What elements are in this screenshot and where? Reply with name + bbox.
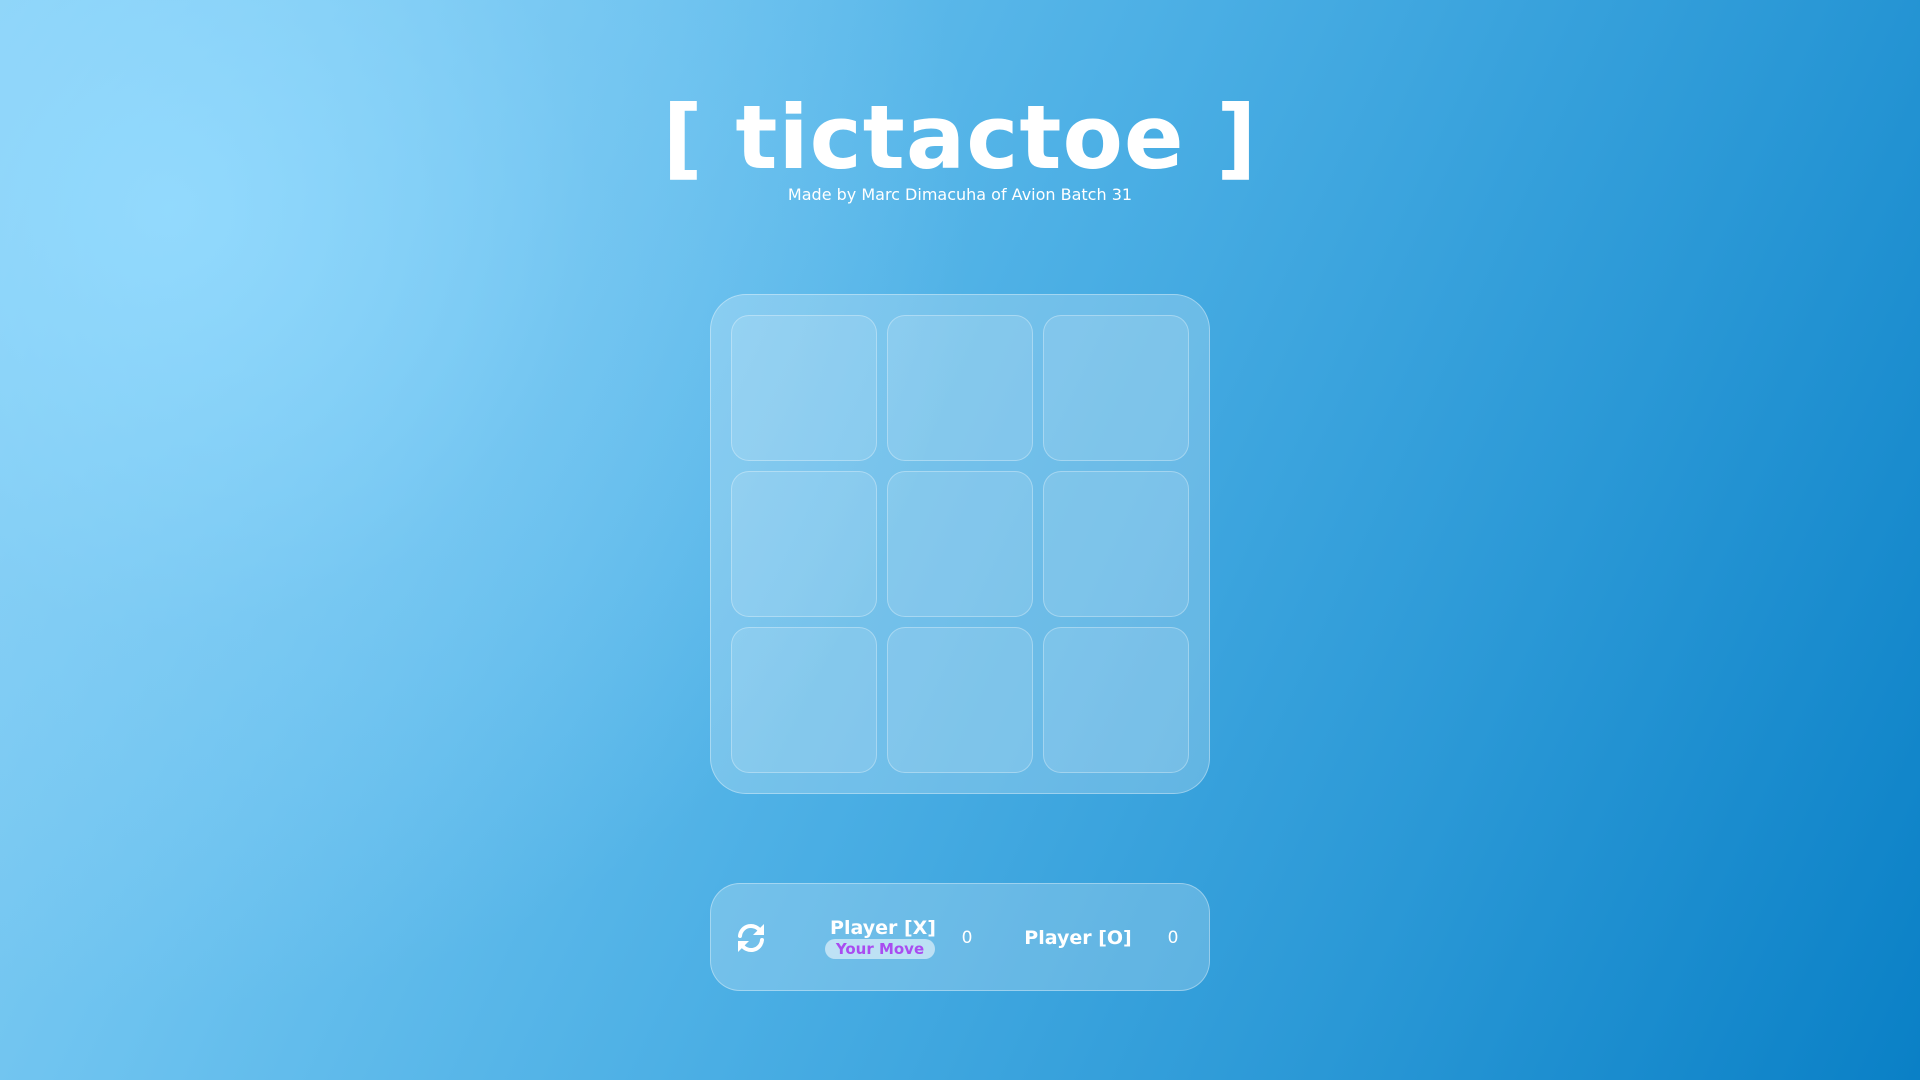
player-o-score: 0 [1167, 928, 1179, 948]
turn-status-badge: Your Move [825, 939, 935, 959]
credits-subtitle: Made by Marc Dimacuha of Avion Batch 31 [787, 185, 1133, 204]
board-cell-6[interactable] [1043, 471, 1189, 617]
game-board [710, 294, 1210, 794]
refresh-icon[interactable] [733, 920, 769, 956]
board-cell-1[interactable] [731, 315, 877, 461]
player-x-label: Player [X] [830, 917, 936, 939]
player-o-label: Player [O] [1024, 927, 1132, 949]
board-cell-2[interactable] [887, 315, 1033, 461]
game-title: [ tictactoe ] [662, 86, 1258, 189]
board-cell-8[interactable] [887, 627, 1033, 773]
board-cell-7[interactable] [731, 627, 877, 773]
player-x-score: 0 [961, 928, 973, 948]
board-cell-5[interactable] [887, 471, 1033, 617]
board-cell-4[interactable] [731, 471, 877, 617]
scoreboard: Player [X] Your Move 0 Player [O] 0 [710, 883, 1210, 991]
board-cell-9[interactable] [1043, 627, 1189, 773]
board-cell-3[interactable] [1043, 315, 1189, 461]
